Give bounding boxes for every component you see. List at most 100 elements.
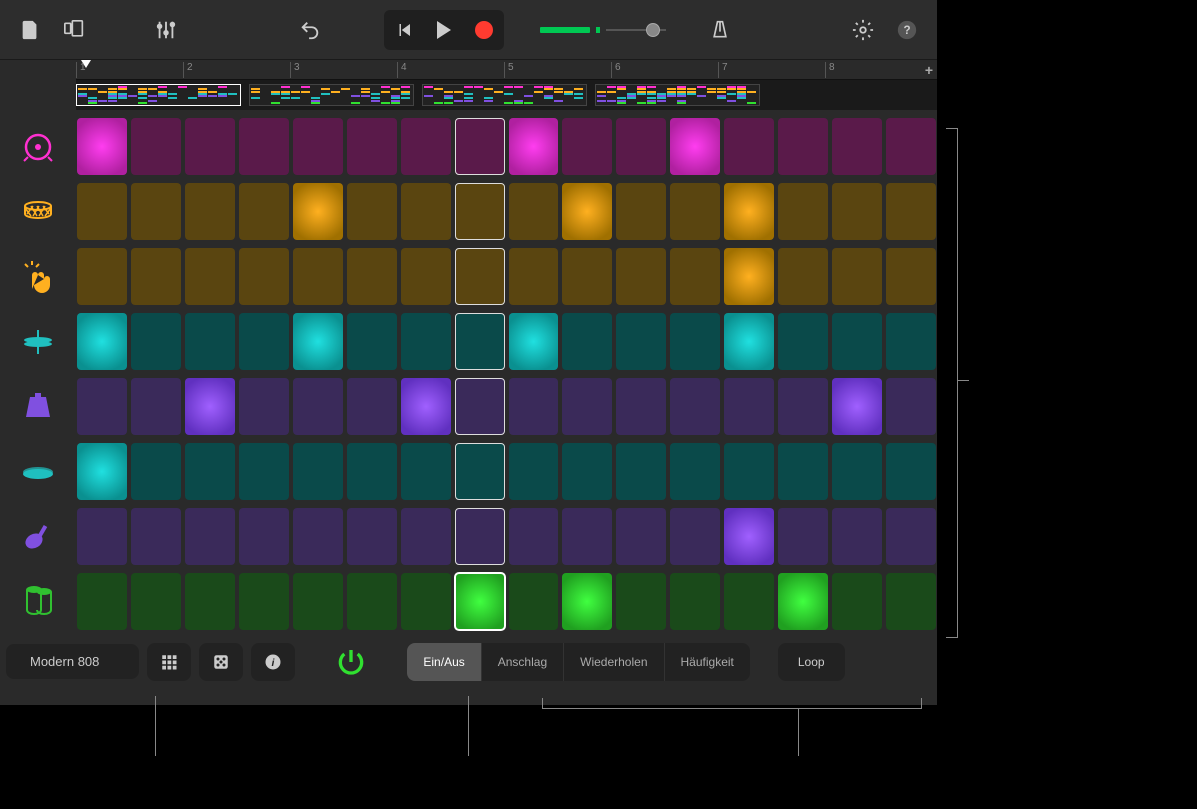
step[interactable] (401, 573, 451, 630)
step[interactable] (293, 248, 343, 305)
step[interactable] (131, 443, 181, 500)
pattern-thumb[interactable] (422, 84, 587, 106)
instrument-rim[interactable] (0, 439, 76, 504)
undo-button[interactable] (292, 12, 328, 48)
mode-tab[interactable]: Häufigkeit (665, 643, 750, 681)
step[interactable] (455, 443, 505, 500)
play-button[interactable] (426, 12, 462, 48)
track-controls-button[interactable] (148, 12, 184, 48)
step[interactable] (670, 248, 720, 305)
step[interactable] (562, 443, 612, 500)
step[interactable] (616, 248, 666, 305)
step[interactable] (77, 118, 127, 175)
step[interactable] (562, 248, 612, 305)
step[interactable] (185, 313, 235, 370)
step[interactable] (239, 508, 289, 565)
step[interactable] (77, 248, 127, 305)
step[interactable] (778, 508, 828, 565)
step[interactable] (616, 118, 666, 175)
go-to-start-button[interactable] (386, 12, 422, 48)
step[interactable] (886, 573, 936, 630)
step[interactable] (293, 443, 343, 500)
step[interactable] (347, 118, 397, 175)
step[interactable] (239, 378, 289, 435)
step[interactable] (509, 313, 559, 370)
settings-button[interactable] (845, 12, 881, 48)
step[interactable] (185, 118, 235, 175)
step[interactable] (562, 378, 612, 435)
step[interactable] (77, 443, 127, 500)
step[interactable] (886, 313, 936, 370)
step[interactable] (185, 248, 235, 305)
step[interactable] (886, 378, 936, 435)
step[interactable] (832, 248, 882, 305)
mode-tab[interactable]: Ein/Aus (407, 643, 481, 681)
loop-button[interactable]: Loop (778, 643, 845, 681)
step[interactable] (401, 118, 451, 175)
step[interactable] (778, 573, 828, 630)
instrument-cowbell[interactable] (0, 374, 76, 439)
step[interactable] (670, 443, 720, 500)
pattern-thumb[interactable] (249, 84, 414, 106)
step[interactable] (77, 573, 127, 630)
step[interactable] (778, 248, 828, 305)
step[interactable] (293, 313, 343, 370)
step[interactable] (616, 573, 666, 630)
step[interactable] (778, 118, 828, 175)
step[interactable] (455, 248, 505, 305)
step[interactable] (886, 183, 936, 240)
step[interactable] (347, 573, 397, 630)
step[interactable] (778, 183, 828, 240)
record-button[interactable] (466, 12, 502, 48)
step[interactable] (131, 118, 181, 175)
step[interactable] (886, 118, 936, 175)
step[interactable] (832, 443, 882, 500)
step[interactable] (77, 183, 127, 240)
step[interactable] (185, 573, 235, 630)
kit-selector[interactable]: Modern 808 (6, 644, 139, 679)
step[interactable] (724, 508, 774, 565)
step[interactable] (185, 508, 235, 565)
pattern-thumb[interactable] (595, 84, 760, 106)
step[interactable] (616, 183, 666, 240)
metronome-button[interactable] (702, 12, 738, 48)
step[interactable] (401, 183, 451, 240)
step[interactable] (455, 313, 505, 370)
mode-tab[interactable]: Anschlag (482, 643, 564, 681)
step[interactable] (562, 573, 612, 630)
step[interactable] (239, 443, 289, 500)
step[interactable] (562, 313, 612, 370)
help-button[interactable]: ? (889, 12, 925, 48)
instrument-shaker[interactable] (0, 504, 76, 569)
step[interactable] (778, 378, 828, 435)
timeline-ruler[interactable]: 12345678 + (76, 60, 937, 80)
step[interactable] (401, 443, 451, 500)
step[interactable] (401, 313, 451, 370)
step[interactable] (670, 378, 720, 435)
step[interactable] (77, 313, 127, 370)
step[interactable] (131, 378, 181, 435)
step[interactable] (347, 248, 397, 305)
step[interactable] (670, 183, 720, 240)
step[interactable] (562, 183, 612, 240)
pattern-thumb[interactable] (76, 84, 241, 106)
step[interactable] (131, 508, 181, 565)
browser-button[interactable] (56, 12, 92, 48)
step[interactable] (832, 183, 882, 240)
step[interactable] (455, 118, 505, 175)
step[interactable] (670, 573, 720, 630)
step[interactable] (562, 118, 612, 175)
step[interactable] (832, 313, 882, 370)
step[interactable] (886, 443, 936, 500)
grid-view-button[interactable] (147, 643, 191, 681)
step[interactable] (562, 508, 612, 565)
step[interactable] (131, 313, 181, 370)
step[interactable] (455, 378, 505, 435)
step[interactable] (509, 378, 559, 435)
step[interactable] (77, 508, 127, 565)
step[interactable] (239, 313, 289, 370)
step[interactable] (131, 573, 181, 630)
step[interactable] (347, 378, 397, 435)
step[interactable] (509, 183, 559, 240)
step[interactable] (832, 378, 882, 435)
